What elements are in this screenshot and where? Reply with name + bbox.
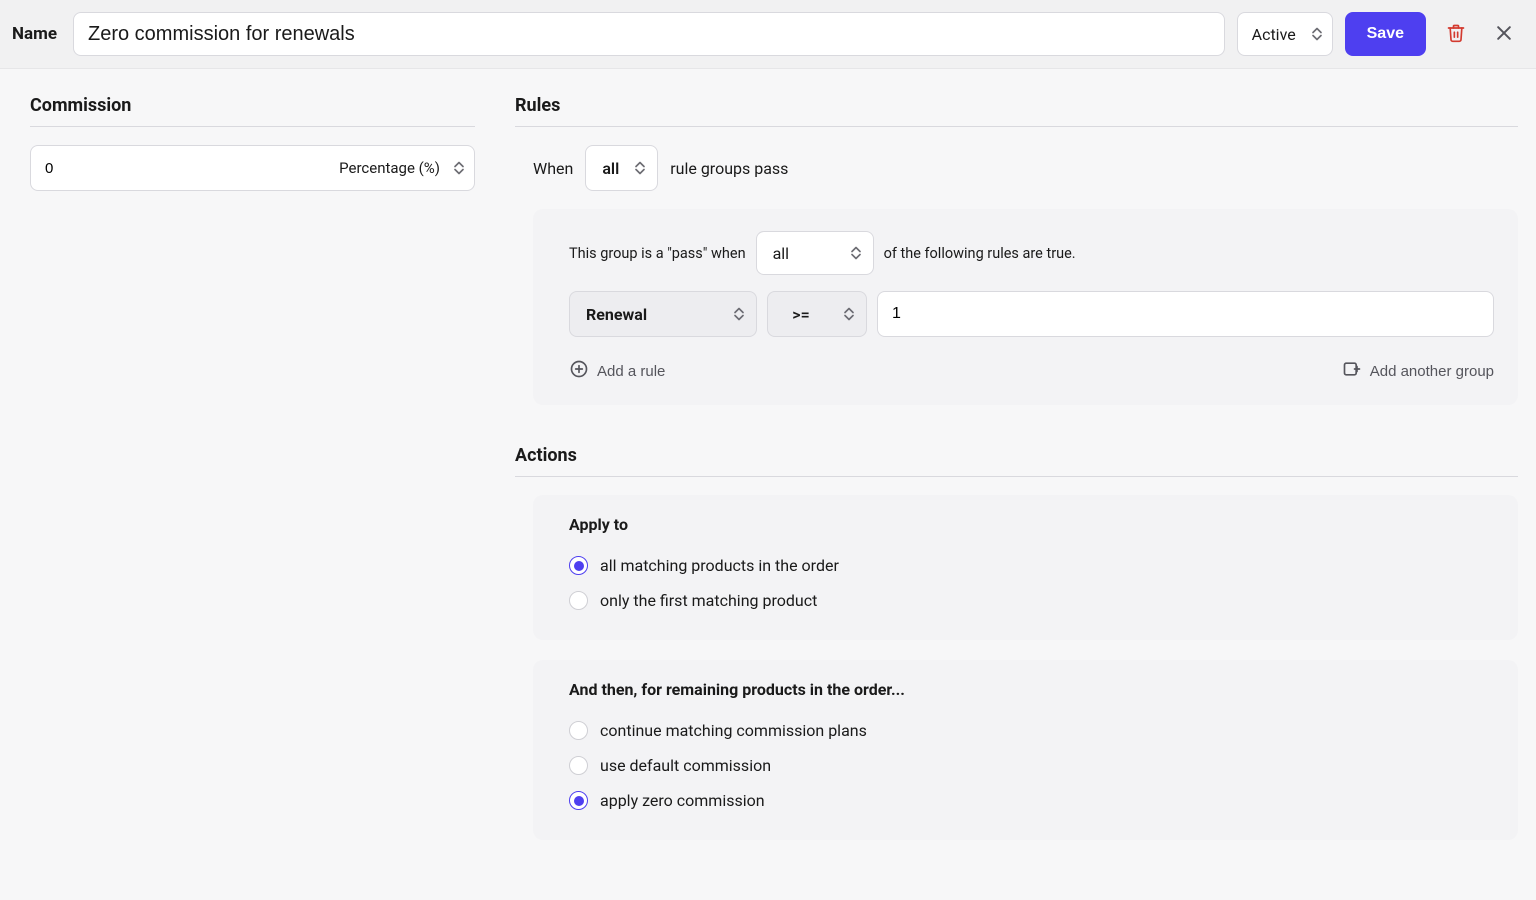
rule-attribute-value: Renewal (586, 305, 647, 324)
radio-icon (569, 791, 588, 810)
chevron-updown-icon (851, 247, 861, 260)
remaining-option-label: apply zero commission (600, 791, 765, 810)
rule-operator-select[interactable]: >= (767, 291, 867, 337)
commission-title: Commission (30, 95, 475, 127)
actions-title: Actions (515, 445, 1518, 477)
close-icon (1494, 23, 1514, 46)
radio-icon (569, 556, 588, 575)
remaining-option-label: use default commission (600, 756, 771, 775)
chevron-updown-icon (844, 308, 854, 321)
rule-operator-value: >= (792, 305, 809, 324)
save-label: Save (1367, 25, 1404, 42)
commission-unit-label: Percentage (%) (339, 159, 440, 177)
commission-field: Percentage (%) (30, 145, 475, 191)
chevron-updown-icon (635, 162, 645, 175)
rules-when-row: When all rule groups pass (515, 145, 1518, 191)
trash-icon (1446, 23, 1466, 46)
when-mode-value: all (602, 159, 619, 178)
radio-icon (569, 721, 588, 740)
save-button[interactable]: Save (1345, 12, 1426, 56)
name-input[interactable] (73, 12, 1225, 56)
status-value: Active (1252, 25, 1296, 44)
apply-to-option-label: only the first matching product (600, 591, 817, 610)
add-group-icon (1342, 359, 1362, 383)
radio-icon (569, 756, 588, 775)
remaining-option[interactable]: apply zero commission (569, 783, 1494, 818)
apply-to-card: Apply to all matching products in the or… (533, 495, 1518, 640)
add-rule-button[interactable]: Add a rule (569, 355, 665, 387)
radio-icon (569, 591, 588, 610)
close-button[interactable] (1486, 16, 1522, 52)
apply-to-option[interactable]: all matching products in the order (569, 548, 1494, 583)
chevron-updown-icon (454, 162, 464, 175)
remaining-heading: And then, for remaining products in the … (569, 680, 1494, 699)
header-bar: Name Active Save (0, 0, 1536, 69)
delete-button[interactable] (1438, 16, 1474, 52)
name-label: Name (12, 24, 61, 44)
rule-group-footer: Add a rule Add another group (569, 351, 1494, 387)
group-mode-value: all (773, 244, 789, 263)
chevron-updown-icon (1312, 28, 1322, 41)
when-prefix: When (533, 159, 573, 178)
plus-circle-icon (569, 359, 589, 383)
rule-row: Renewal >= (569, 291, 1494, 337)
remaining-option[interactable]: use default commission (569, 748, 1494, 783)
commission-value-input[interactable] (31, 146, 327, 190)
rules-title: Rules (515, 95, 1518, 127)
when-mode-select[interactable]: all (585, 145, 658, 191)
commission-unit-select[interactable]: Percentage (%) (327, 146, 474, 190)
rule-value-input[interactable] (877, 291, 1494, 337)
remaining-option-label: continue matching commission plans (600, 721, 867, 740)
remaining-card: And then, for remaining products in the … (533, 660, 1518, 840)
add-rule-label: Add a rule (597, 363, 665, 380)
group-prefix: This group is a "pass" when (569, 245, 746, 262)
rule-group: This group is a "pass" when all of the f… (533, 209, 1518, 405)
apply-to-heading: Apply to (569, 515, 1494, 534)
chevron-updown-icon (734, 308, 744, 321)
apply-to-option-label: all matching products in the order (600, 556, 839, 575)
apply-to-option[interactable]: only the first matching product (569, 583, 1494, 618)
rule-attribute-select[interactable]: Renewal (569, 291, 757, 337)
status-select[interactable]: Active (1237, 12, 1333, 56)
rule-group-header: This group is a "pass" when all of the f… (569, 231, 1494, 275)
add-group-button[interactable]: Add another group (1342, 355, 1494, 387)
group-suffix: of the following rules are true. (884, 245, 1076, 262)
add-group-label: Add another group (1370, 363, 1494, 380)
when-suffix: rule groups pass (670, 159, 788, 178)
group-mode-select[interactable]: all (756, 231, 874, 275)
remaining-option[interactable]: continue matching commission plans (569, 713, 1494, 748)
